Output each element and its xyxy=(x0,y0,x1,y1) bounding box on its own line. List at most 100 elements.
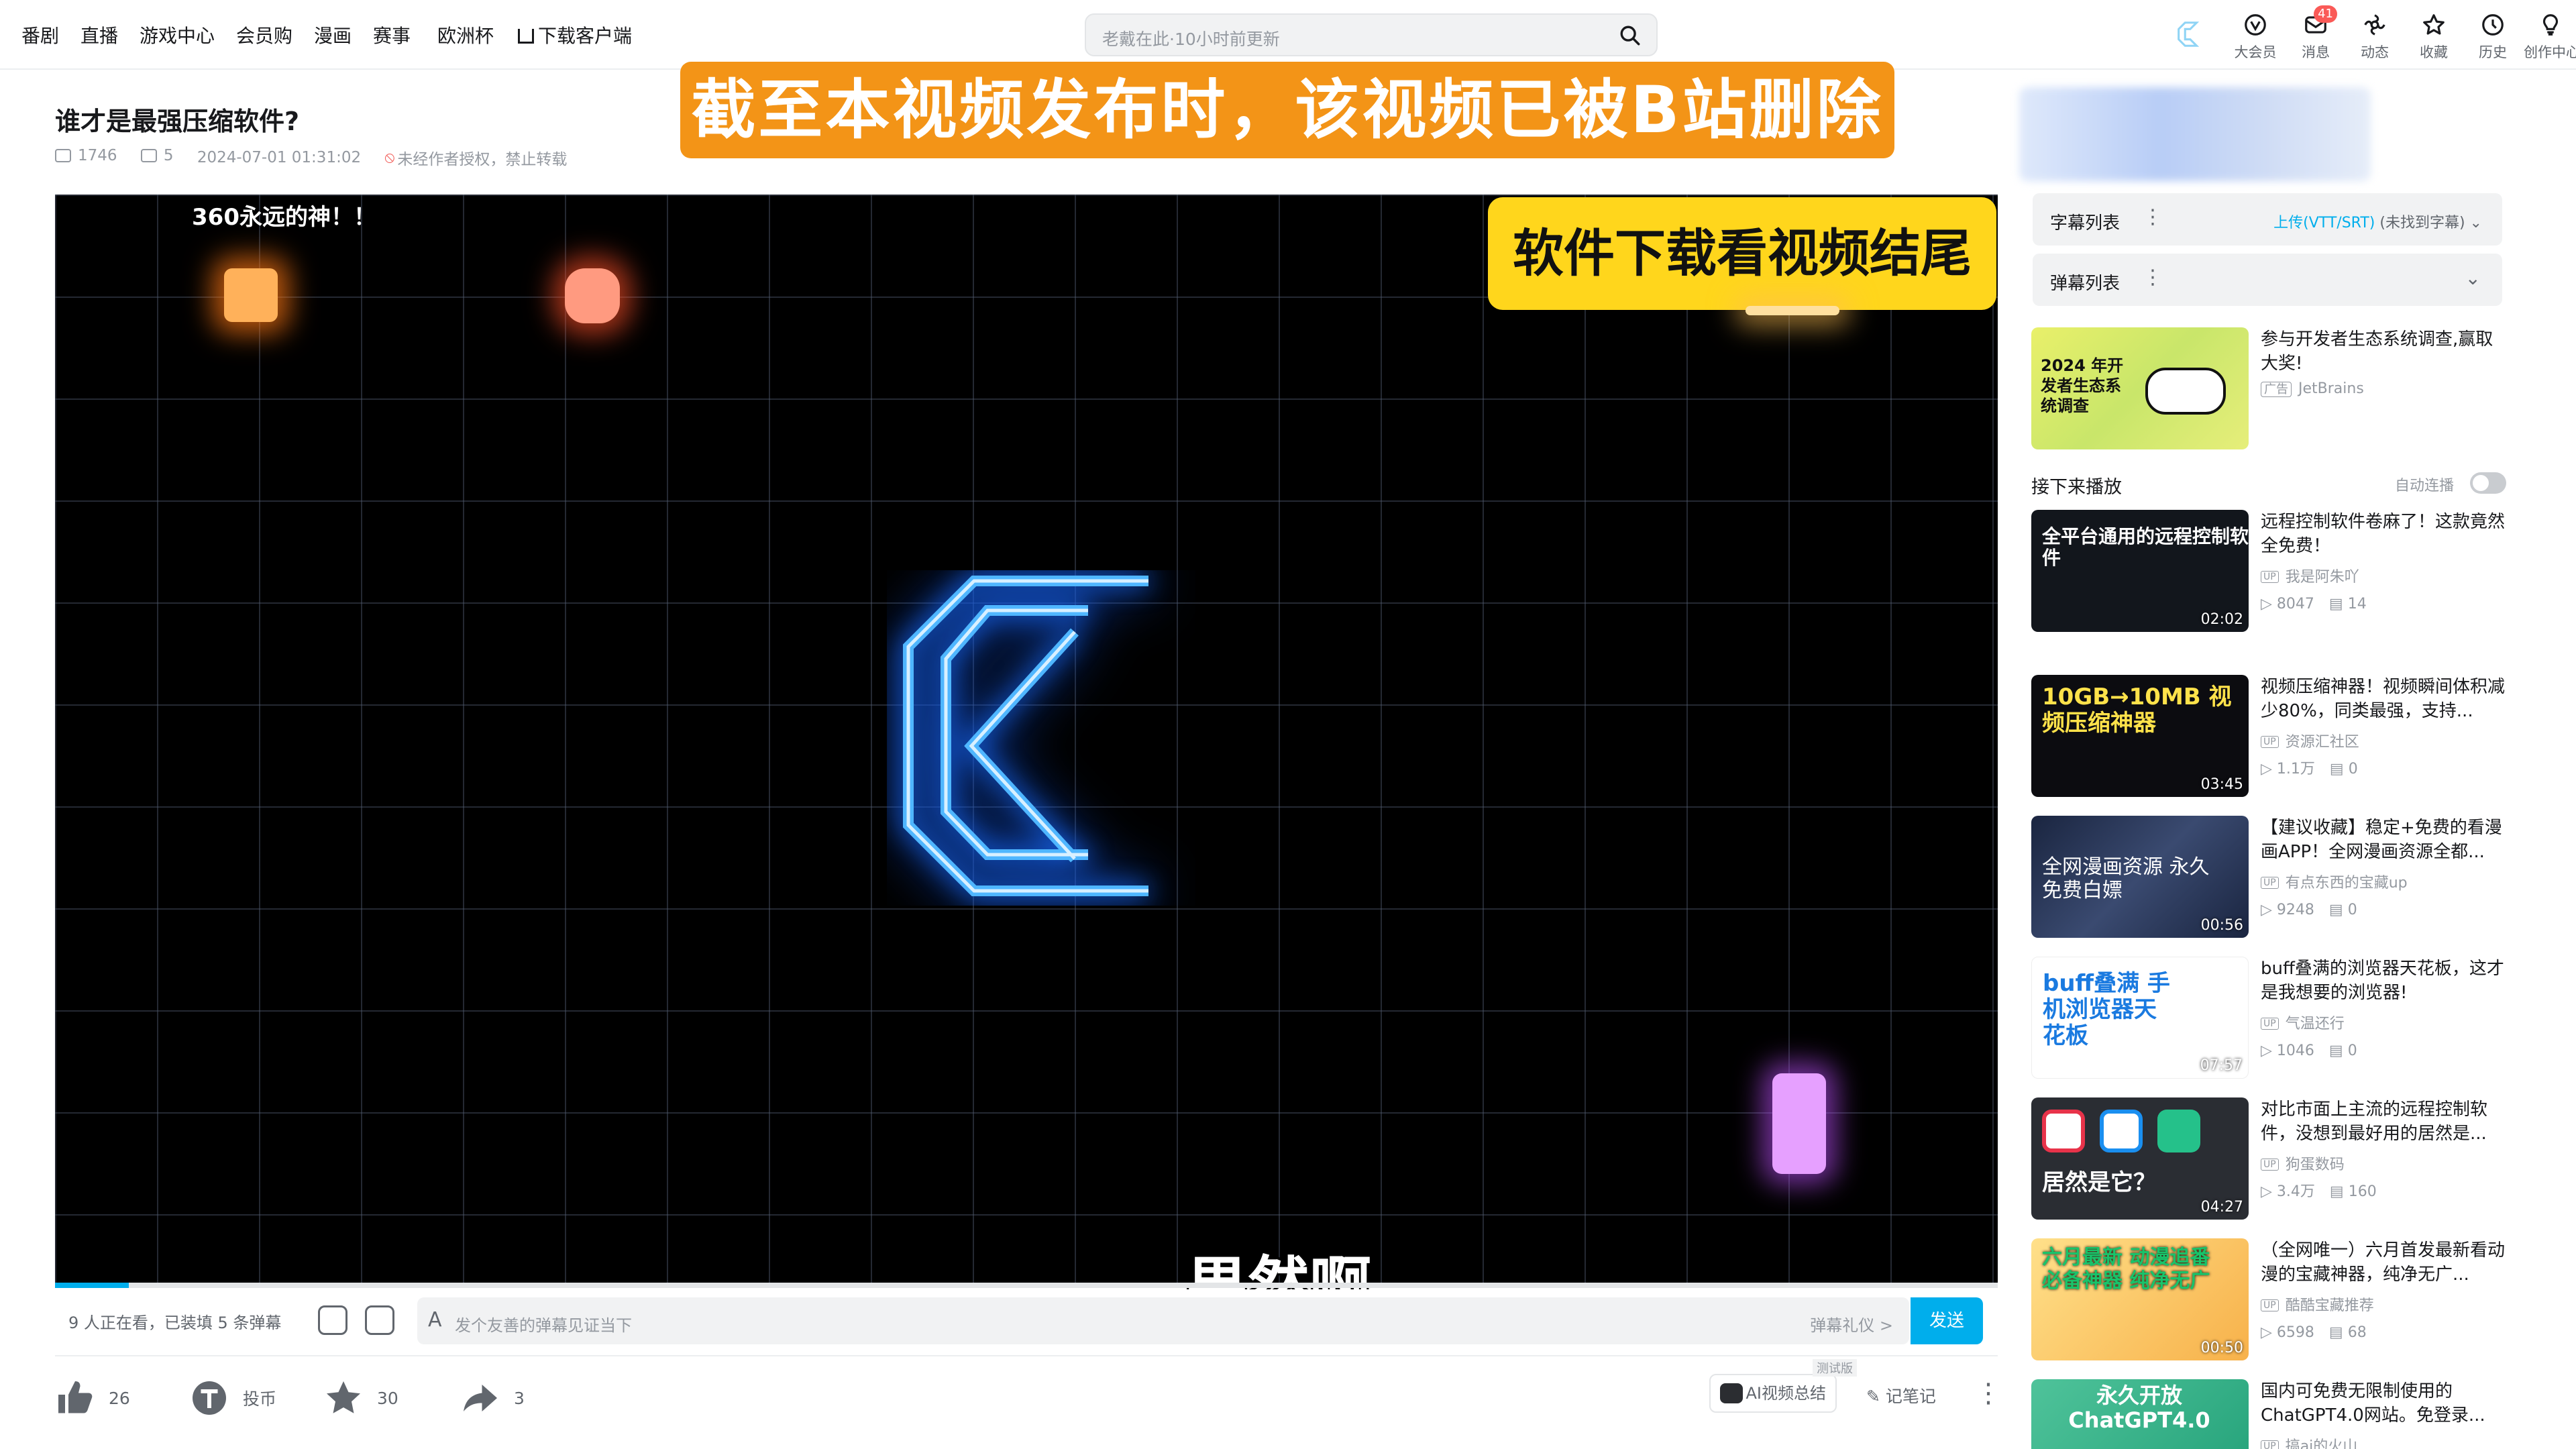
ai-summary-button[interactable]: AI视频总结 xyxy=(1709,1374,1837,1413)
vip-label: 大会员 xyxy=(2234,44,2277,60)
autoplay-label: 自动连播 xyxy=(2395,478,2455,494)
uploader-name[interactable]: 我是阿朱吖 xyxy=(2261,565,2359,586)
video-title[interactable]: （全网唯一）六月首发最新看动漫的宝藏神器，纯净无广... xyxy=(2261,1238,2509,1287)
video-stats: ▷ 8047 ▤ 14 xyxy=(2261,596,2367,612)
video-thumbnail[interactable]: 10GB→10MB 视频压缩神器 03:45 xyxy=(2031,675,2249,797)
ad-title[interactable]: 参与开发者生态系统调查,赢取大奖! xyxy=(2261,327,2509,376)
search-box[interactable]: 老戴在此·10小时前更新 xyxy=(1085,13,1658,56)
more-options-icon[interactable]: ⋮ xyxy=(1975,1378,2002,1409)
subtitle-list-more-icon[interactable]: ⋮ xyxy=(2143,205,2163,229)
danmaku-etiquette-link[interactable]: 弹幕礼仪 > xyxy=(1810,1312,1893,1336)
video-title[interactable]: 国内可免费无限制使用的ChatGPT4.0网站。免登录... xyxy=(2261,1379,2509,1428)
header-history[interactable]: 历史 xyxy=(2466,9,2520,63)
header-vip[interactable]: 大会员 xyxy=(2229,9,2282,63)
header-dynamic[interactable]: 动态 xyxy=(2348,9,2402,63)
download-icon xyxy=(518,29,534,44)
list-item[interactable]: 10GB→10MB 视频压缩神器 03:45 视频压缩神器！视频瞬间体积减少80… xyxy=(2031,675,2509,802)
header-favorite[interactable]: 收藏 xyxy=(2407,9,2461,63)
notes-button[interactable]: ✎ 记笔记 xyxy=(1866,1383,1936,1407)
nav-manga[interactable]: 漫画 xyxy=(314,21,352,48)
video-thumbnail[interactable]: 全平台通用的远程控制软件 02:02 xyxy=(2031,510,2249,632)
list-item[interactable]: 全网漫画资源 永久免费白嫖 00:56 【建议收藏】稳定+免费的看漫画APP！全… xyxy=(2031,816,2509,943)
video-progress-bar[interactable] xyxy=(55,1283,1998,1288)
header-creator[interactable]: 创作中心 xyxy=(2524,9,2576,63)
nav-mall[interactable]: 会员购 xyxy=(236,21,292,48)
history-label: 历史 xyxy=(2479,44,2507,60)
video-stats: ▷ 1.1万 ▤ 0 xyxy=(2261,761,2358,777)
list-item[interactable]: buff叠满 手机浏览器天花板 07:57 buff叠满的浏览器天花板，这才是我… xyxy=(2031,957,2509,1084)
view-count: 1746 xyxy=(55,147,117,164)
uploader-name[interactable]: 资源汇社区 xyxy=(2261,730,2359,751)
danmaku-placeholder: 发个友善的弹幕见证当下 xyxy=(455,1316,632,1335)
video-player[interactable]: 360永远的神！！ 软件下载看视频结尾 xyxy=(55,195,1998,1287)
uploader-name[interactable]: 气温还行 xyxy=(2261,1012,2345,1033)
search-icon[interactable] xyxy=(1619,24,1642,47)
ad-thumbnail[interactable]: 2024 年开发者生态系统调查 xyxy=(2031,327,2249,449)
chevron-down-icon[interactable]: ⌄ xyxy=(2465,267,2481,289)
nav-esports[interactable]: 赛事 xyxy=(373,21,411,48)
coin-icon xyxy=(193,1381,226,1415)
video-duration: 04:27 xyxy=(2200,1199,2243,1216)
deleted-notice-banner: 截至本视频发布时，该视频已被B站删除 xyxy=(680,62,1894,158)
thumb-text: 全平台通用的远程控制软件 xyxy=(2042,525,2249,570)
danmaku-style-icon[interactable]: A xyxy=(428,1308,442,1332)
video-duration: 03:45 xyxy=(2200,776,2243,793)
share-button[interactable]: 3 xyxy=(460,1378,525,1418)
subtitle-none-label: (未找到字幕) xyxy=(2379,215,2465,231)
star-icon xyxy=(327,1381,360,1413)
like-button[interactable]: 26 xyxy=(55,1378,130,1418)
danmaku-toggle-icon[interactable] xyxy=(318,1305,347,1335)
nav-download-client[interactable]: 下载客户端 xyxy=(518,21,632,48)
thumb-text: 六月最新 动漫追番 必备神器 纯净无广 xyxy=(2042,1246,2210,1293)
ad-tag: 广告 xyxy=(2261,382,2292,397)
uploader-name[interactable]: 酷酷宝藏推荐 xyxy=(2261,1293,2374,1315)
creator-icon xyxy=(2542,14,2559,36)
neon-logo-icon xyxy=(903,576,1148,896)
video-thumbnail[interactable]: 全网漫画资源 永久免费白嫖 00:56 xyxy=(2031,816,2249,938)
nav-bangumi[interactable]: 番剧 xyxy=(21,21,59,48)
danmaku-settings-icon[interactable] xyxy=(365,1305,394,1335)
video-title[interactable]: 【建议收藏】稳定+免费的看漫画APP！全网漫画资源全都... xyxy=(2261,816,2509,864)
app-logo-icon xyxy=(2178,21,2200,47)
subtitle-list-panel[interactable]: 字幕列表 ⋮ 上传(VTT/SRT) (未找到字幕) ⌄ xyxy=(2033,193,2502,246)
danmaku-bar: 9 人正在看，已装填 5 条弹幕 A 发个友善的弹幕见证当下 弹幕礼仪 > 发送 xyxy=(55,1289,1998,1356)
list-item[interactable]: 六月最新 动漫追番 必备神器 纯净无广 00:50 （全网唯一）六月首发最新看动… xyxy=(2031,1238,2509,1366)
video-title[interactable]: 视频压缩神器！视频瞬间体积减少80%，同类最强，支持... xyxy=(2261,675,2509,723)
nav-euro-cup[interactable]: 欧洲杯 xyxy=(437,21,494,48)
header-message[interactable]: 41 消息 xyxy=(2289,5,2343,63)
share-arrow-icon xyxy=(464,1385,497,1411)
ad-thumb-text: 2024 年开发者生态系统调查 xyxy=(2041,356,2124,415)
list-item[interactable]: 居然是它？ 04:27 对比市面上主流的远程控制软件，没想到最好用的居然是...… xyxy=(2031,1097,2509,1225)
uploader-card-blurred[interactable] xyxy=(2019,87,2371,181)
video-thumbnail[interactable]: 居然是它？ 04:27 xyxy=(2031,1097,2249,1220)
nav-live[interactable]: 直播 xyxy=(80,21,118,48)
list-item[interactable]: 全平台通用的远程控制软件 02:02 远程控制软件卷麻了！这款竟然全免费！ 我是… xyxy=(2031,510,2509,637)
app-icons xyxy=(2042,1110,2200,1152)
video-title[interactable]: 远程控制软件卷麻了！这款竟然全免费！ xyxy=(2261,510,2509,558)
autoplay-toggle[interactable] xyxy=(2470,472,2506,494)
danmaku-input[interactable]: A 发个友善的弹幕见证当下 弹幕礼仪 > xyxy=(417,1297,1909,1344)
video-thumbnail[interactable]: buff叠满 手机浏览器天花板 07:57 xyxy=(2031,957,2249,1079)
uploader-name[interactable]: 搞ai的火山 xyxy=(2261,1434,2358,1449)
danmaku: 0 xyxy=(2347,902,2357,918)
search-input[interactable]: 老戴在此·10小时前更新 xyxy=(1102,26,1280,50)
video-title: 谁才是最强压缩软件? xyxy=(55,107,300,136)
favorite-button[interactable]: 30 xyxy=(323,1378,398,1418)
coin-button[interactable]: 投币 xyxy=(189,1378,276,1418)
video-duration: 00:56 xyxy=(2200,917,2243,934)
danmaku-list-panel[interactable]: 弹幕列表 ⋮ ⌄ xyxy=(2033,254,2502,306)
video-thumbnail[interactable]: 永久开放 ChatGPT4.0 xyxy=(2031,1379,2249,1449)
danmaku-list-more-icon[interactable]: ⋮ xyxy=(2143,266,2163,289)
video-title[interactable]: buff叠满的浏览器天花板，这才是我想要的浏览器! xyxy=(2261,957,2509,1005)
video-title[interactable]: 对比市面上主流的远程控制软件，没想到最好用的居然是... xyxy=(2261,1097,2509,1146)
uploader-name[interactable]: 有点东西的宝藏up xyxy=(2261,871,2408,892)
video-thumbnail[interactable]: 六月最新 动漫追番 必备神器 纯净无广 00:50 xyxy=(2031,1238,2249,1360)
message-badge: 41 xyxy=(2314,5,2337,23)
danmaku-send-button[interactable]: 发送 xyxy=(1911,1297,1983,1344)
subtitle-upload[interactable]: 上传(VTT/SRT) (未找到字幕) ⌄ xyxy=(2273,211,2482,232)
uploader-name[interactable]: 狗蛋数码 xyxy=(2261,1152,2345,1174)
subtitle-upload-link[interactable]: 上传(VTT/SRT) xyxy=(2273,215,2375,231)
list-item[interactable]: 永久开放 ChatGPT4.0 国内可免费无限制使用的ChatGPT4.0网站。… xyxy=(2031,1379,2509,1449)
video-meta: 1746 5 2024-07-01 01:31:02 未经作者授权，禁止转载 xyxy=(55,146,586,169)
nav-game-center[interactable]: 游戏中心 xyxy=(140,21,215,48)
